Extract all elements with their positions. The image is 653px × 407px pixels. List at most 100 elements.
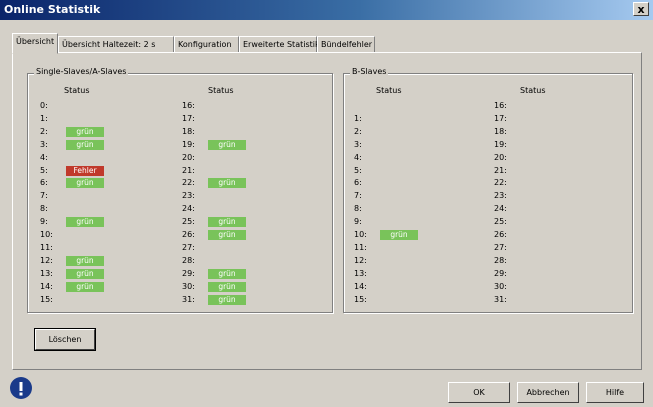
slave-number: 14: [40, 281, 53, 291]
status-ok-badge: grün [66, 126, 104, 137]
status-ok-badge: grün [208, 178, 246, 189]
status-ok-badge: grün [66, 139, 104, 150]
slave-row: 19: grün [182, 139, 312, 151]
slave-row: 11: [354, 242, 484, 254]
slave-row: 20: [494, 152, 624, 164]
slave-row: 15: [354, 294, 484, 306]
slave-row: 16: [182, 100, 312, 112]
slave-row: 18: [182, 126, 312, 138]
slave-row: 27: [494, 242, 624, 254]
slave-number: 29: [494, 268, 507, 278]
slave-number: 26: [182, 230, 195, 239]
slave-row: 5: [354, 165, 484, 177]
slave-row: 12: [354, 255, 484, 267]
slave-number: 1: [354, 113, 362, 123]
slave-number: 18: [494, 126, 507, 136]
slave-number: 29: [182, 268, 195, 278]
slave-number: 25: [494, 217, 507, 227]
status-ok-badge: grün [208, 268, 246, 279]
b-status-header-right: Status [520, 86, 546, 95]
slave-number: 10: [40, 230, 53, 239]
slave-row: 1: [354, 113, 484, 125]
slave-number: 20: [182, 152, 195, 162]
tab-uebersicht[interactable]: Übersicht [12, 33, 58, 54]
slave-row: 8: [354, 203, 484, 215]
slave-number: 15: [354, 294, 367, 304]
slave-number: 21: [182, 165, 195, 175]
tab-uebersicht-haltezeit[interactable]: Übersicht Haltezeit: 2 s [58, 36, 174, 53]
status-ok-badge: grün [66, 217, 104, 228]
window-title: Online Statistik [4, 3, 101, 16]
hilfe-button[interactable]: Hilfe [586, 382, 644, 403]
slave-row: 31: grün [182, 294, 312, 306]
online-statistik-window: Online Statistik x Übersicht Übersicht H… [0, 0, 653, 407]
slave-row: 8: [40, 203, 170, 215]
close-button[interactable]: x [633, 2, 649, 16]
slave-number: 27: [182, 242, 195, 252]
slave-number: 7: [40, 191, 48, 201]
slave-row: 28: [494, 255, 624, 267]
slave-number: 4: [40, 152, 48, 162]
slave-row: 29: grün [182, 268, 312, 280]
slave-number: 24: [182, 204, 195, 214]
slave-row: 14: [354, 281, 484, 293]
slave-row [354, 100, 484, 112]
status-ok-badge: grün [208, 294, 246, 305]
slave-row: 19: [494, 139, 624, 151]
ok-button[interactable]: OK [448, 382, 510, 403]
status-error-badge: Fehler [66, 165, 104, 176]
slave-row: 31: [494, 294, 624, 306]
status-ok-badge: grün [66, 255, 104, 266]
b-slaves-group: B-Slaves Status Status 1: 2: 3: 4: 5: 6: 7: 8: 9… [343, 67, 633, 313]
slave-row: 30: [494, 281, 624, 293]
slave-row: 17: [182, 113, 312, 125]
status-ok-badge: grün [380, 230, 418, 240]
slave-row: 22: grün [182, 177, 312, 189]
slave-row: 26: grün [182, 229, 312, 241]
slave-number: 23: [494, 191, 507, 201]
slave-number: 1: [40, 113, 48, 123]
status-header-right: Status [208, 86, 234, 95]
slave-row: 15: [40, 294, 170, 306]
slave-row: 20: [182, 152, 312, 164]
slave-number: 5: [40, 165, 48, 175]
slave-row: 16: [494, 100, 624, 112]
slave-row: 6: [354, 177, 484, 189]
tab-erweiterte-statistik[interactable]: Erweiterte Statistik [239, 36, 320, 53]
slave-number: 13: [40, 268, 53, 278]
tab-buendelfehler[interactable]: Bündelfehler [317, 36, 375, 53]
slave-number: 22: [494, 178, 507, 188]
loeschen-button[interactable]: Löschen [34, 328, 96, 351]
slave-number: 6: [354, 178, 362, 188]
single-slaves-label: Single-Slaves/A-Slaves [34, 67, 129, 76]
slave-row: 25: grün [182, 216, 312, 228]
slave-row: 25: [494, 216, 624, 228]
slave-row: 4: [40, 152, 170, 164]
slave-row: 3: [354, 139, 484, 151]
tab-konfiguration[interactable]: Konfiguration [174, 36, 239, 53]
slave-row: 3: grün [40, 139, 170, 151]
slave-row: 2: [354, 126, 484, 138]
slave-row: 29: [494, 268, 624, 280]
slave-row: 10: [40, 229, 170, 241]
slave-number: 0: [40, 101, 48, 110]
slave-row: 28: [182, 255, 312, 267]
status-ok-badge: grün [208, 281, 246, 292]
slave-number: 30: [182, 281, 195, 291]
slave-row: 9: grün [40, 216, 170, 228]
slave-number: 21: [494, 165, 507, 175]
b-status-header-left: Status [376, 86, 402, 95]
slave-row: 27: [182, 242, 312, 254]
slave-row: 30: grün [182, 281, 312, 293]
slave-number: 6: [40, 178, 48, 188]
slave-number: 12: [40, 255, 53, 265]
slave-number: 19: [494, 139, 507, 149]
abbrechen-button[interactable]: Abbrechen [517, 382, 579, 403]
slave-row: 18: [494, 126, 624, 138]
slave-number: 15: [40, 294, 53, 304]
title-bar[interactable]: Online Statistik x [0, 0, 653, 20]
slave-number: 17: [494, 113, 507, 123]
slave-number: 9: [40, 217, 48, 227]
slave-row: 11: [40, 242, 170, 254]
slave-row: 23: [494, 190, 624, 202]
